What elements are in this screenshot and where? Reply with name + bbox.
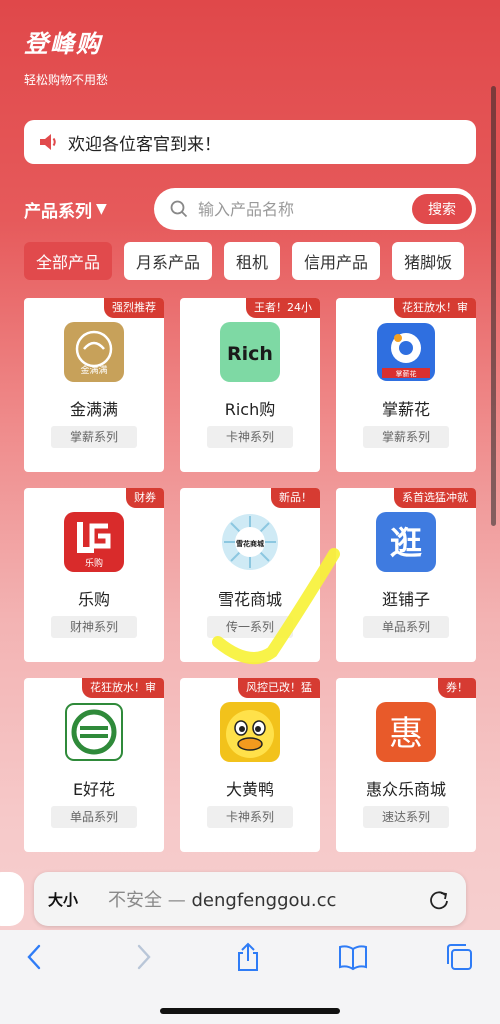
product-badge: 花狂放水！审 — [82, 678, 164, 698]
url-text[interactable]: 不安全 — dengfenggou.cc — [108, 886, 336, 912]
back-icon[interactable] — [20, 942, 50, 972]
rich-logo-icon: Rich — [220, 322, 280, 382]
forward-icon[interactable] — [128, 942, 158, 972]
product-name: 金满满 — [69, 400, 118, 419]
product-name: 大黄鸭 — [225, 780, 274, 799]
app-subtitle: 轻松购物不用愁 — [24, 73, 109, 87]
insecure-label: 不安全 — — [108, 890, 186, 911]
product-badge: 新品！ — [271, 488, 320, 508]
product-series-tag: 财神系列 — [51, 616, 137, 638]
svg-text:乐购: 乐购 — [85, 557, 103, 569]
product-name: 逛铺子 — [381, 590, 430, 609]
search-box: 搜索 — [154, 188, 476, 230]
product-name: 惠众乐商城 — [365, 780, 446, 799]
guangpuzi-logo-icon: 逛 — [376, 512, 436, 572]
legou-logo-icon: 乐购 — [64, 512, 124, 572]
product-card[interactable]: 风控已改！猛 大黄鸭 卡神系列 — [180, 678, 320, 852]
app-header: 登峰购 轻松购物不用愁 — [24, 24, 108, 88]
home-indicator — [160, 1008, 340, 1014]
svg-text:雪花商城: 雪花商城 — [236, 539, 264, 548]
product-name: 乐购 — [77, 590, 110, 609]
tab-monthly[interactable]: 月系产品 — [124, 242, 213, 280]
product-name: Rich购 — [224, 400, 276, 419]
product-series-tag: 速达系列 — [363, 806, 449, 828]
product-series-tag: 卡神系列 — [207, 426, 293, 448]
tab-credit[interactable]: 信用产品 — [292, 242, 381, 280]
product-name: E好花 — [72, 780, 116, 799]
filter-row: 产品系列 ▼ 搜索 — [24, 188, 476, 230]
product-badge: 强烈推荐 — [104, 298, 164, 318]
product-name: 掌薪花 — [381, 400, 430, 419]
browser-address-bar[interactable]: 大小 不安全 — dengfenggou.cc — [34, 872, 466, 926]
zhangxinhua-logo-icon: 掌薪花 — [376, 322, 436, 382]
reload-icon[interactable] — [428, 889, 450, 911]
product-badge: 风控已改！猛 — [238, 678, 320, 698]
product-series-tag: 单品系列 — [363, 616, 449, 638]
product-card[interactable]: 新品！ 雪花商城 雪花商城 传一系列 — [180, 488, 320, 662]
product-card[interactable]: 花狂放水！审 E好花 单品系列 — [24, 678, 164, 852]
tab-pork-rice[interactable]: 猪脚饭 — [392, 242, 465, 280]
product-series-tag: 传一系列 — [207, 616, 293, 638]
svg-text:逛: 逛 — [390, 524, 422, 562]
series-dropdown[interactable]: 产品系列 ▼ — [24, 197, 154, 222]
speaker-icon — [40, 134, 56, 150]
share-icon[interactable] — [233, 942, 263, 972]
notice-banner: 欢迎各位客官到来！ — [24, 120, 476, 164]
search-button[interactable]: 搜索 — [412, 194, 472, 224]
product-card[interactable]: 券！ 惠 惠众乐商城 速达系列 — [336, 678, 476, 852]
search-icon — [170, 200, 188, 218]
product-series-tag: 卡神系列 — [207, 806, 293, 828]
series-dropdown-label: 产品系列 — [24, 201, 92, 222]
product-series-tag: 单品系列 — [51, 806, 137, 828]
product-card[interactable]: 王者！24小 Rich Rich购 卡神系列 — [180, 298, 320, 472]
product-badge: 系首选猛冲就 — [394, 488, 476, 508]
browser-toolbar — [0, 930, 500, 1024]
page-scrollbar[interactable] — [491, 86, 496, 526]
ehaohua-logo-icon — [64, 702, 124, 762]
caret-down-icon: ▼ — [96, 201, 107, 217]
product-card[interactable]: 花狂放水！审 掌薪花 掌薪花 掌薪系列 — [336, 298, 476, 472]
product-badge: 花狂放水！审 — [394, 298, 476, 318]
product-name: 雪花商城 — [217, 590, 282, 609]
huizhongle-logo-icon: 惠 — [376, 702, 436, 762]
jinmanman-logo-icon: 金满满 — [64, 322, 124, 382]
duck-logo-icon — [220, 702, 280, 762]
product-grid: 强烈推荐 金满满 金满满 掌薪系列 王者！24小 Rich Rich购 卡神系列… — [24, 298, 476, 852]
tab-all-products[interactable]: 全部产品 — [24, 242, 113, 280]
app-title: 登峰购 — [24, 30, 102, 58]
product-series-tag: 掌薪系列 — [51, 426, 137, 448]
text-size-button[interactable]: 大小 — [48, 889, 78, 910]
previous-tab-card[interactable] — [0, 872, 24, 926]
url-domain: dengfenggou.cc — [191, 890, 337, 911]
product-badge: 券！ — [438, 678, 476, 698]
product-card[interactable]: 财券 乐购 乐购 财神系列 — [24, 488, 164, 662]
category-tabs: 全部产品 月系产品 租机 信用产品 猪脚饭 — [24, 242, 465, 280]
search-input[interactable] — [198, 199, 378, 219]
product-card[interactable]: 系首选猛冲就 逛 逛铺子 单品系列 — [336, 488, 476, 662]
product-card[interactable]: 强烈推荐 金满满 金满满 掌薪系列 — [24, 298, 164, 472]
tabs-icon[interactable] — [444, 942, 474, 972]
svg-text:金满满: 金满满 — [80, 364, 107, 376]
product-series-tag: 掌薪系列 — [363, 426, 449, 448]
xuehua-logo-icon: 雪花商城 — [220, 512, 280, 572]
svg-text:Rich: Rich — [227, 343, 273, 365]
svg-text:惠: 惠 — [389, 714, 423, 754]
product-badge: 王者！24小 — [246, 298, 320, 318]
bookmarks-icon[interactable] — [338, 942, 368, 972]
notice-text: 欢迎各位客官到来！ — [68, 134, 221, 155]
tab-rental[interactable]: 租机 — [224, 242, 281, 280]
product-badge: 财券 — [126, 488, 164, 508]
svg-text:掌薪花: 掌薪花 — [396, 369, 417, 378]
